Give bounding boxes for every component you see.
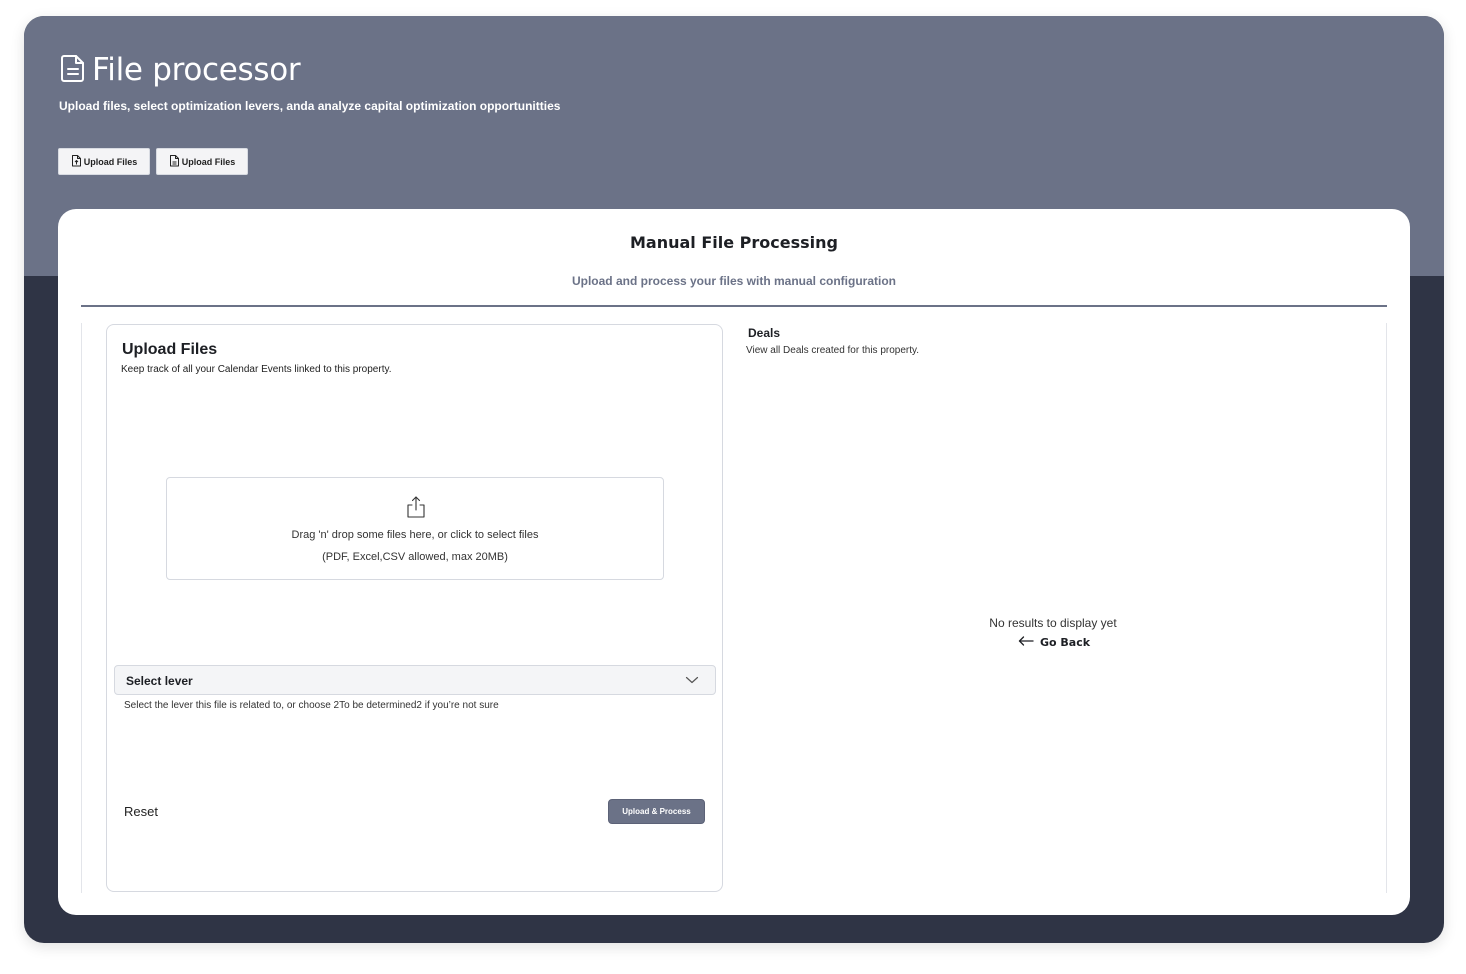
go-back-label: Go Back [1040,636,1091,649]
page-title: File processor [92,52,301,88]
page-subtitle: Upload files, select optimization levers… [59,99,561,113]
file-dropzone[interactable]: Drag 'n' drop some files here, or click … [166,477,664,580]
empty-state-text: No results to display yet [989,616,1117,630]
manual-processing-card: Manual File Processing Upload and proces… [58,209,1410,915]
app-frame: File processor Upload files, select opti… [24,16,1444,943]
card-subtitle: Upload and process your files with manua… [571,274,897,288]
lever-select[interactable]: Select lever [114,665,716,695]
card-divider [81,305,1387,307]
upload-files-button[interactable]: Upload Files [58,148,150,175]
header-actions: Upload Files Upload Files [58,148,248,175]
deals-title: Deals [748,326,781,340]
upload-process-button[interactable]: Upload & Process [608,799,705,824]
file-text-icon [169,154,180,169]
card-title: Manual File Processing [630,233,838,252]
upload-panel-title: Upload Files [122,341,218,358]
content-area: Upload Files Keep track of all your Cale… [81,323,1387,893]
upload-files-button-label: Upload Files [83,156,138,167]
deals-description: View all Deals created for this property… [746,345,920,356]
dropzone-hint: (PDF, Excel,CSV allowed, max 20MB) [322,551,508,563]
upload-files-panel: Upload Files Keep track of all your Cale… [106,324,723,892]
upload-files-button-secondary[interactable]: Upload Files [156,148,248,175]
upload-files-button-label: Upload Files [181,156,236,167]
reset-button[interactable]: Reset [124,804,158,819]
file-text-icon [60,53,86,88]
arrow-left-icon [1018,636,1034,649]
title-row: File processor [60,52,301,88]
go-back-link[interactable]: Go Back [1018,636,1090,649]
lever-help-text: Select the lever this file is related to… [124,700,499,711]
upload-panel-description: Keep track of all your Calendar Events l… [121,364,392,375]
lever-select-value: Select lever [126,674,193,688]
file-upload-icon [71,154,82,169]
dropzone-text: Drag 'n' drop some files here, or click … [291,529,539,541]
